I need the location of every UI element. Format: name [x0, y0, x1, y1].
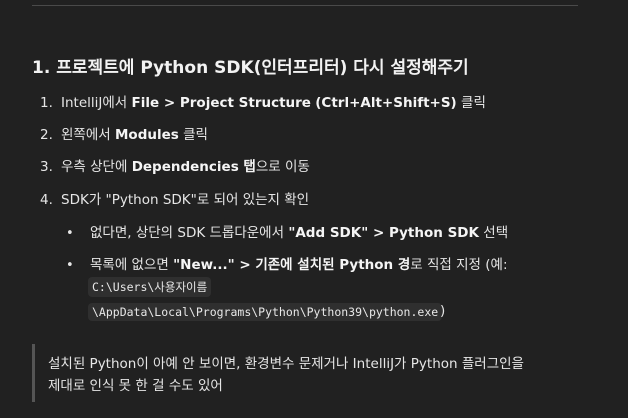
- file-menu-label: File: [131, 95, 160, 111]
- existing-python-label: 기존에 설치된 Python 경: [255, 257, 411, 273]
- sub-item-2: • 목록에 없으면 "New..." > 기존에 설치된 Python 경로 직접…: [66, 257, 508, 273]
- step-2: 2. 왼쪽에서 Modules 클릭: [40, 127, 208, 143]
- inline-code-path-1: C:\Users\사용자이름: [88, 277, 212, 297]
- python-sdk-label: Python SDK: [388, 225, 479, 241]
- sub-item-1: • 없다면, 상단의 SDK 드롭다운에서 "Add SDK" > Python …: [66, 225, 509, 241]
- dependencies-label: Dependencies: [131, 159, 239, 175]
- note-line-2: 제대로 인식 못 한 걸 수도 있어: [48, 378, 223, 394]
- inline-code-path-2: \AppData\Local\Programs\Python\Python39\…: [88, 303, 443, 321]
- bullet-icon: •: [66, 258, 74, 273]
- step-4: 4. SDK가 "Python SDK"로 되어 있는지 확인: [40, 192, 310, 208]
- modules-label: Modules: [114, 127, 179, 143]
- note-line-1: 설치된 Python이 아예 안 보이면, 환경변수 문제거나 IntelliJ…: [48, 356, 524, 372]
- divider: [32, 5, 578, 6]
- bullet-icon: •: [66, 226, 74, 241]
- project-structure-label: Project Structure: [179, 95, 311, 111]
- blockquote-bar: [32, 344, 35, 402]
- new-label: "New...": [173, 257, 235, 273]
- step-1: 1. IntelliJ에서 File > Project Structure (C…: [40, 95, 486, 111]
- shortcut-label: (Ctrl+Alt+Shift+S): [315, 95, 457, 111]
- chat-response: 1. 프로젝트에 Python SDK(인터프리터) 다시 설정해주기 1. In…: [0, 0, 628, 418]
- add-sdk-label: "Add SDK": [288, 225, 369, 241]
- closing-paren: ): [440, 303, 446, 319]
- section-heading: 1. 프로젝트에 Python SDK(인터프리터) 다시 설정해주기: [32, 58, 469, 78]
- step-3: 3. 우측 상단에 Dependencies 탭으로 이동: [40, 159, 310, 175]
